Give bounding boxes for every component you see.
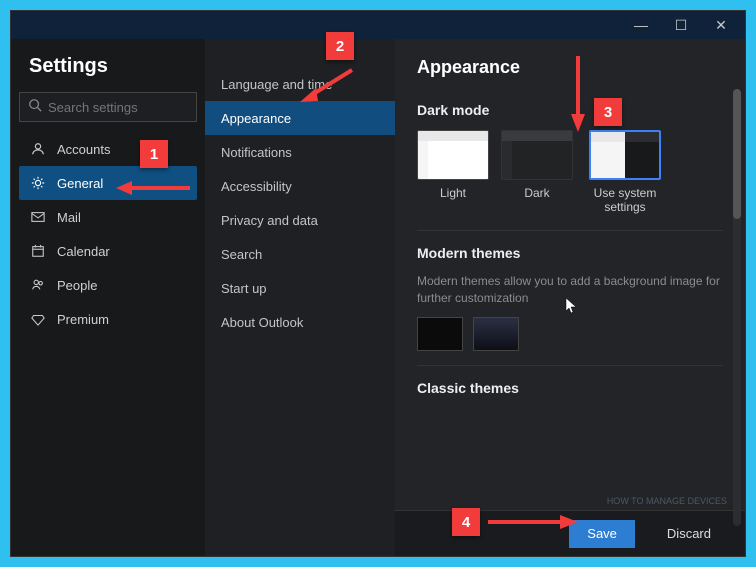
- scrollbar-thumb[interactable]: [733, 89, 741, 219]
- annotation-arrow-1: [114, 178, 192, 203]
- mail-icon: [29, 210, 47, 224]
- divider: [417, 365, 723, 366]
- discard-button[interactable]: Discard: [649, 520, 729, 548]
- settings-window: — ☐ ✕ Settings Accounts General: [10, 10, 746, 557]
- theme-label: Use system settings: [585, 186, 665, 216]
- theme-option-light[interactable]: Light: [417, 130, 489, 216]
- theme-preview-dark: [501, 130, 573, 180]
- subitem-about[interactable]: About Outlook: [205, 305, 395, 339]
- theme-preview-light: [417, 130, 489, 180]
- theme-option-dark[interactable]: Dark: [501, 130, 573, 216]
- sidebar-item-label: People: [57, 278, 97, 293]
- person-icon: [29, 142, 47, 156]
- subitem-startup[interactable]: Start up: [205, 271, 395, 305]
- sidebar-item-people[interactable]: People: [19, 268, 197, 302]
- diamond-icon: [29, 312, 47, 326]
- modern-themes-label: Modern themes: [417, 245, 723, 261]
- theme-preview-system: [589, 130, 661, 180]
- subitem-accessibility[interactable]: Accessibility: [205, 169, 395, 203]
- subitem-privacy[interactable]: Privacy and data: [205, 203, 395, 237]
- sidebar-item-label: Mail: [57, 210, 81, 225]
- titlebar: — ☐ ✕: [11, 11, 745, 39]
- search-box[interactable]: [19, 92, 197, 122]
- sidebar-item-label: Accounts: [57, 142, 110, 157]
- annotation-arrow-3: [568, 54, 588, 139]
- modern-theme-tile-1[interactable]: [417, 317, 463, 351]
- annotation-arrow-4: [486, 512, 580, 537]
- annotation-badge-4: 4: [452, 508, 480, 536]
- calendar-icon: [29, 244, 47, 258]
- sidebar-item-calendar[interactable]: Calendar: [19, 234, 197, 268]
- theme-option-system[interactable]: Use system settings: [585, 130, 665, 216]
- modern-themes-tiles: [417, 317, 723, 351]
- divider: [417, 230, 723, 231]
- subitem-notifications[interactable]: Notifications: [205, 135, 395, 169]
- modern-theme-tile-2[interactable]: [473, 317, 519, 351]
- sidebar-item-label: Calendar: [57, 244, 110, 259]
- settings-title: Settings: [29, 55, 197, 78]
- annotation-badge-1: 1: [140, 140, 168, 168]
- search-icon: [28, 98, 48, 117]
- cursor-icon: [565, 297, 579, 320]
- annotation-badge-2: 2: [326, 32, 354, 60]
- subitem-search[interactable]: Search: [205, 237, 395, 271]
- theme-label: Dark: [524, 186, 549, 216]
- classic-themes-label: Classic themes: [417, 380, 723, 396]
- sidebar-item-label: Premium: [57, 312, 109, 327]
- gear-icon: [29, 176, 47, 190]
- close-button[interactable]: ✕: [701, 13, 741, 37]
- settings-sidebar: Settings Accounts General Mail: [11, 39, 205, 556]
- scrollbar[interactable]: [733, 89, 741, 526]
- dark-mode-options: Light Dark Use system settings: [417, 130, 723, 216]
- minimize-button[interactable]: —: [621, 13, 661, 37]
- theme-label: Light: [440, 186, 466, 216]
- watermark: HOW TO MANAGE DEVICES: [607, 497, 727, 506]
- sidebar-item-label: General: [57, 176, 103, 191]
- annotation-badge-3: 3: [594, 98, 622, 126]
- sidebar-item-premium[interactable]: Premium: [19, 302, 197, 336]
- content-area: Settings Accounts General Mail: [11, 39, 745, 556]
- people-icon: [29, 278, 47, 292]
- annotation-arrow-2: [296, 66, 356, 111]
- sidebar-item-mail[interactable]: Mail: [19, 200, 197, 234]
- search-input[interactable]: [48, 100, 188, 115]
- general-submenu: Language and time Appearance Notificatio…: [205, 39, 395, 556]
- sidebar-item-accounts[interactable]: Accounts: [19, 132, 197, 166]
- maximize-button[interactable]: ☐: [661, 13, 701, 37]
